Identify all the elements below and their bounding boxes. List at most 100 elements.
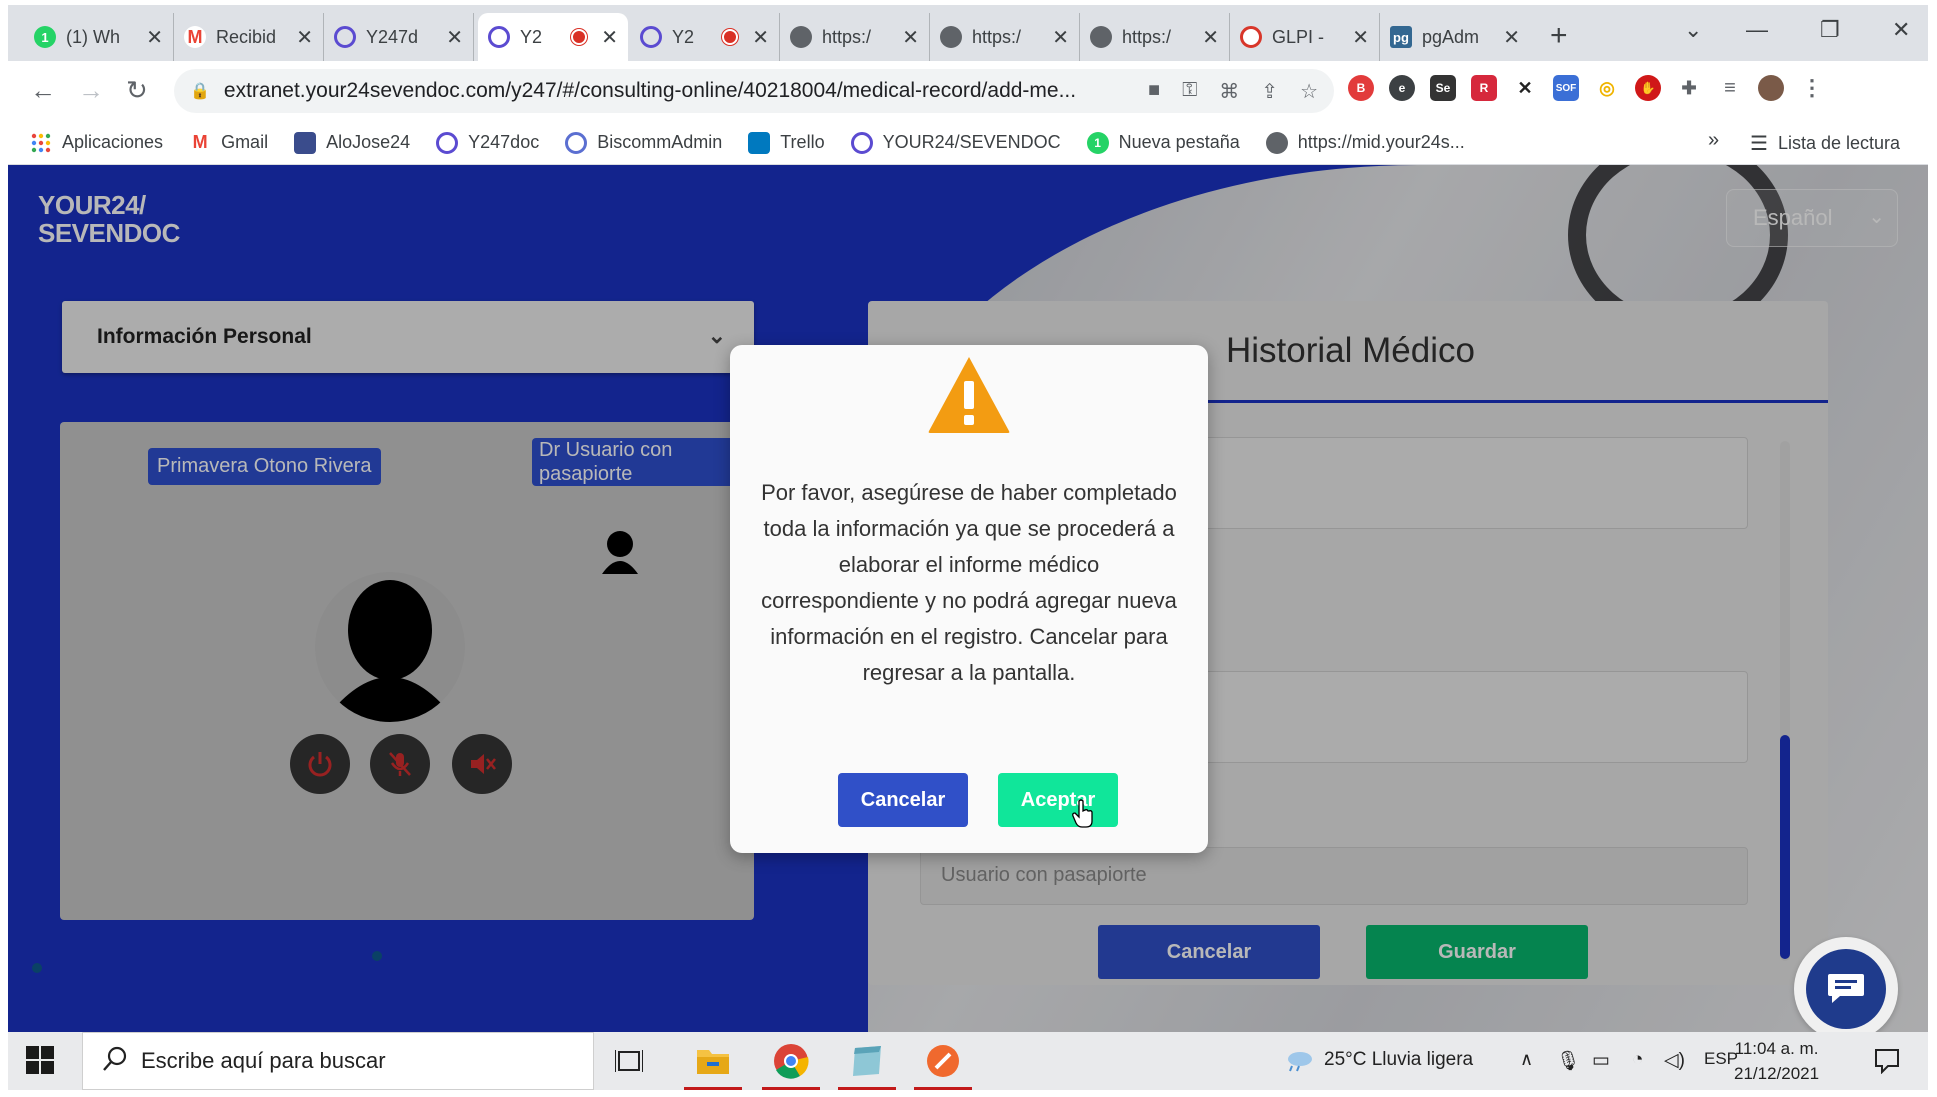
close-icon[interactable]: ✕ [1202, 25, 1219, 50]
windows-start-icon[interactable] [26, 1046, 54, 1074]
ext-e-icon[interactable]: e [1389, 75, 1415, 101]
menu-kebab-icon[interactable]: ⋮ [1799, 75, 1825, 101]
ext-red-b-icon[interactable]: B [1348, 75, 1374, 101]
taskbar-chrome[interactable] [762, 1040, 820, 1090]
bookmark-label: Aplicaciones [62, 132, 164, 152]
tab-https-3[interactable]: https:/ ✕ [1080, 13, 1230, 61]
dialog-accept-button[interactable]: Aceptar [998, 773, 1118, 827]
tab-label: https:/ [822, 26, 872, 47]
bookmark-nueva-pestana[interactable]: 1 Nueva pestaña [1086, 131, 1240, 154]
close-icon[interactable]: ✕ [446, 25, 463, 50]
chat-button[interactable] [1794, 937, 1898, 1032]
y247-icon [850, 131, 873, 154]
tab-strip: 1 (1) Wh ✕ M Recibid ✕ Y247d ✕ Y2 ✕ Y2 ✕ [8, 5, 1928, 61]
tab-y247-recording[interactable]: Y2 ✕ [630, 13, 780, 61]
bookmark-mid-your24[interactable]: https://mid.your24s... [1265, 131, 1465, 154]
restore-button[interactable]: ❐ [1820, 17, 1840, 43]
ext-stop-icon[interactable]: ✋ [1635, 75, 1661, 101]
search-icon [103, 1046, 127, 1071]
search-placeholder: Escribe aquí para buscar [141, 1048, 386, 1073]
back-button[interactable]: ← [30, 75, 56, 106]
tab-whatsapp[interactable]: 1 (1) Wh ✕ [24, 13, 174, 61]
volume-icon[interactable]: ◁) [1664, 1049, 1685, 1072]
ext-arrow-icon[interactable]: ✕ [1512, 75, 1538, 101]
media-queue-icon[interactable]: ≡ [1717, 75, 1743, 101]
taskbar-file-explorer[interactable] [684, 1040, 742, 1090]
bookmark-y247doc[interactable]: Y247doc [436, 131, 539, 154]
minimize-button[interactable]: — [1746, 17, 1768, 43]
lock-icon[interactable]: 🔒 [190, 81, 210, 101]
bookmark-your24sevendoc[interactable]: YOUR24/SEVENDOC [850, 131, 1061, 154]
battery-icon[interactable]: ▭ [1592, 1049, 1610, 1072]
ext-r-icon[interactable]: R [1471, 75, 1497, 101]
gmail-icon: M [192, 132, 208, 152]
tab-https-2[interactable]: https:/ ✕ [930, 13, 1080, 61]
close-icon[interactable]: ✕ [902, 25, 919, 50]
taskbar-search[interactable]: Escribe aquí para buscar [82, 1032, 594, 1090]
address-bar[interactable]: 🔒 extranet.your24sevendoc.com/y247/#/con… [174, 69, 1334, 113]
tab-glpi[interactable]: GLPI - ✕ [1230, 13, 1380, 61]
tab-search-icon[interactable]: ⌄ [1684, 17, 1702, 43]
tab-gmail[interactable]: M Recibid ✕ [174, 13, 324, 61]
bookmarks-overflow-button[interactable]: » [1708, 129, 1719, 152]
bookmark-trello[interactable]: Trello [748, 131, 825, 154]
clock-date: 21/12/2021 [1734, 1064, 1820, 1083]
camera-icon[interactable]: ■ [1148, 79, 1160, 104]
tab-y247[interactable]: Y247d ✕ [324, 13, 474, 61]
taskbar-notes-app[interactable] [838, 1040, 896, 1090]
recording-icon [722, 29, 739, 45]
ext-chrome-icon[interactable]: ◎ [1594, 75, 1620, 101]
wifi-icon[interactable]: ◔ [1632, 1049, 1643, 1071]
weather-rain-icon [1288, 1052, 1312, 1072]
task-view-button[interactable] [608, 1040, 650, 1082]
new-tab-button[interactable]: + [1550, 19, 1568, 53]
close-icon[interactable]: ✕ [1052, 25, 1069, 50]
key-icon[interactable]: ⚿ [1182, 79, 1197, 104]
y247-icon [488, 26, 510, 48]
bookmark-star-icon[interactable]: ☆ [1300, 79, 1318, 104]
close-icon[interactable]: ✕ [1503, 25, 1520, 50]
weather-widget[interactable]: 25°C Lluvia ligera [1324, 1049, 1473, 1071]
microphone-icon[interactable]: 🎙 [1556, 1049, 1580, 1073]
task-view-icon [615, 1050, 643, 1072]
chevron-up-icon[interactable]: ∧ [1520, 1049, 1533, 1070]
reading-list-button[interactable]: ☰ Lista de lectura [1750, 131, 1900, 156]
close-icon[interactable]: ✕ [601, 25, 618, 50]
active-indicator [914, 1087, 972, 1090]
close-icon[interactable]: ✕ [146, 25, 163, 50]
dialog-message: Por favor, asegúrese de haber completado… [761, 480, 1177, 685]
ext-se-icon[interactable]: Se [1430, 75, 1456, 101]
bookmark-gmail[interactable]: M Gmail [189, 132, 269, 154]
reload-button[interactable]: ↻ [126, 75, 148, 106]
ext-sof-icon[interactable]: SOF [1553, 75, 1579, 101]
notes-app-icon [853, 1046, 881, 1076]
notifications-icon[interactable] [1874, 1048, 1900, 1074]
tab-label: Recibid [216, 26, 277, 47]
profile-avatar[interactable] [1758, 75, 1784, 101]
forward-button[interactable]: → [78, 75, 104, 106]
extensions-puzzle-icon[interactable]: ✚ [1676, 75, 1702, 101]
tab-y247-active[interactable]: Y2 ✕ [478, 13, 628, 61]
dialog-cancel-button[interactable]: Cancelar [838, 773, 968, 827]
share-icon[interactable]: ⇪ [1261, 79, 1278, 104]
bookmark-biscommadmin[interactable]: BiscommAdmin [565, 131, 722, 154]
pgadmin-icon: pg [1390, 26, 1412, 48]
reading-list-icon: ☰ [1750, 133, 1768, 155]
web-page: YOUR24/ SEVENDOC Español ⌄ Información P… [8, 165, 1928, 1032]
y247-icon [436, 131, 459, 154]
close-icon[interactable]: ✕ [296, 25, 313, 50]
tab-pgadmin[interactable]: pg pgAdm ✕ [1380, 13, 1530, 61]
tab-https-1[interactable]: https:/ ✕ [780, 13, 930, 61]
close-window-button[interactable]: ✕ [1892, 17, 1910, 43]
alojose-icon [294, 131, 317, 154]
input-language[interactable]: ESP [1704, 1049, 1738, 1069]
bookmark-alojose24[interactable]: AloJose24 [294, 131, 410, 154]
bookmark-apps[interactable]: Aplicaciones [30, 132, 163, 154]
close-icon[interactable]: ✕ [1352, 25, 1369, 50]
tab-label: (1) Wh [66, 26, 120, 47]
browser-toolbar: ← → ↻ 🔒 extranet.your24sevendoc.com/y247… [8, 61, 1928, 121]
taskbar-orange-app[interactable] [914, 1040, 972, 1090]
translate-icon[interactable]: ⌘ [1219, 79, 1239, 104]
close-icon[interactable]: ✕ [752, 25, 769, 50]
system-clock[interactable]: 11:04 a. m. 21/12/2021 [1734, 1036, 1819, 1086]
